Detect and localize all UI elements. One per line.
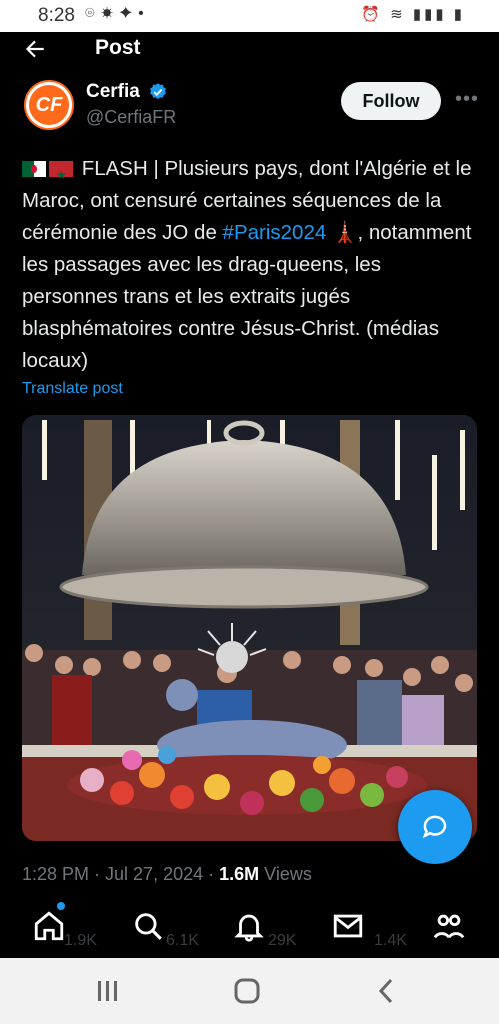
recent-apps-icon[interactable]: [96, 980, 120, 1002]
tweet-text: FLASH | Plusieurs pays, dont l'Algérie e…: [22, 153, 482, 377]
follow-button[interactable]: Follow: [341, 82, 441, 120]
post-meta: 1:28 PM · Jul 27, 2024 · 1.6M Views: [22, 864, 312, 885]
algeria-flag-icon: [22, 161, 46, 177]
post-image[interactable]: [22, 415, 477, 841]
status-bar: 8:28 ⌾☀✦• ⏰ ≋ ▮▮▮ ▮: [0, 0, 499, 32]
translate-post-link[interactable]: Translate post: [22, 380, 123, 398]
communities-icon[interactable]: [432, 909, 466, 943]
hashtag-link[interactable]: #Paris2024: [223, 221, 327, 244]
back-arrow-icon[interactable]: [22, 36, 48, 62]
morocco-flag-icon: [49, 159, 73, 191]
notification-icons: ⌾☀✦•: [85, 5, 150, 22]
message-bubble-icon: [422, 815, 447, 839]
verified-badge-icon: [150, 83, 166, 100]
back-button-icon[interactable]: [378, 978, 394, 1004]
post-timestamp: 1:28 PM · Jul 27, 2024 ·: [22, 864, 220, 884]
system-icons: ⏰ ≋ ▮▮▮ ▮: [361, 6, 465, 23]
views-label: Views: [259, 864, 312, 884]
page-title: Post: [95, 36, 141, 59]
avatar-logo-text: CF: [29, 85, 69, 125]
top-bar: Post: [0, 32, 499, 68]
author-name[interactable]: Cerfia: [86, 81, 140, 103]
messages-envelope-icon[interactable]: [331, 909, 365, 943]
home-button-icon[interactable]: [234, 978, 260, 1004]
author-handle[interactable]: @CerfiaFR: [86, 107, 176, 128]
home-icon[interactable]: [32, 909, 66, 943]
status-time: 8:28: [38, 5, 75, 26]
system-navigation-bar: [0, 958, 499, 1024]
notifications-bell-icon[interactable]: [232, 909, 266, 943]
ceremony-photo: [22, 415, 477, 841]
avatar[interactable]: CF: [24, 80, 74, 130]
more-options-icon[interactable]: •••: [455, 88, 479, 111]
views-count: 1.6M: [219, 864, 260, 884]
bottom-nav: [0, 905, 499, 957]
search-icon[interactable]: [131, 909, 165, 943]
reply-fab-button[interactable]: [398, 790, 472, 864]
